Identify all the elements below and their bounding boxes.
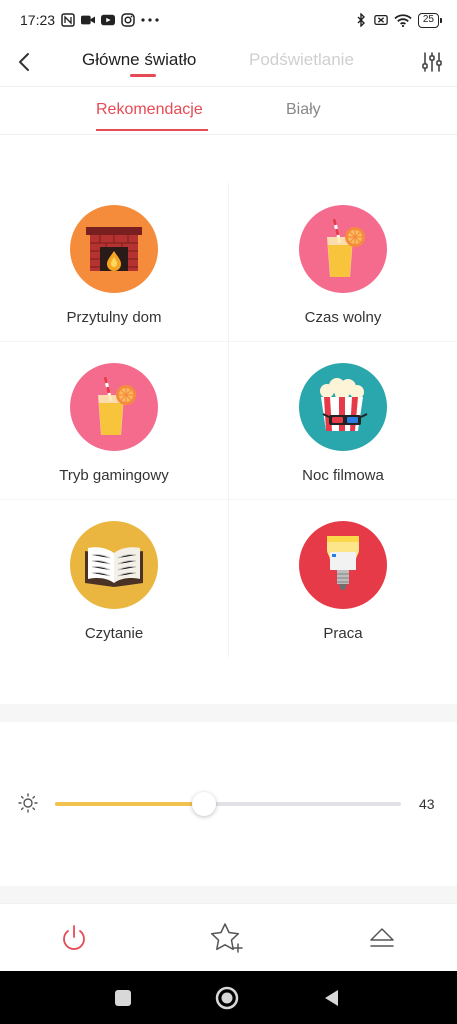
brightness-sun-icon xyxy=(18,793,38,813)
book-icon xyxy=(85,547,143,587)
star-add-icon xyxy=(210,923,243,953)
status-left: 17:23 xyxy=(20,12,159,28)
bulb-icon xyxy=(327,536,359,590)
scene-icon-circle xyxy=(70,205,158,293)
scene-gaming[interactable]: Tryb gamingowy xyxy=(0,341,228,499)
system-navigation-bar xyxy=(0,971,457,1024)
scene-label: Praca xyxy=(323,625,363,642)
scene-label: Tryb gamingowy xyxy=(59,467,169,484)
scene-grid: Przytulny dom Czas wolny Tryb gamingowy … xyxy=(0,183,457,657)
scene-icon-circle xyxy=(299,521,387,609)
scene-label: Czytanie xyxy=(84,625,144,642)
add-favorite-button[interactable] xyxy=(207,918,247,958)
juice-icon xyxy=(98,376,136,435)
brightness-value: 43 xyxy=(419,796,435,812)
scene-label: Przytulny dom xyxy=(66,309,162,326)
section-divider xyxy=(0,704,457,722)
brightness-slider[interactable] xyxy=(55,792,401,816)
scene-icon-circle xyxy=(299,205,387,293)
bluetooth-icon xyxy=(354,13,368,27)
juice-icon xyxy=(327,218,365,277)
scene-reading[interactable]: Czytanie xyxy=(0,499,228,657)
brightness-slider-thumb[interactable] xyxy=(192,792,216,816)
youtube-icon xyxy=(101,13,116,27)
brightness-panel: 43 xyxy=(0,722,457,886)
power-icon xyxy=(63,925,85,950)
scene-icon-circle xyxy=(299,363,387,451)
eject-icon xyxy=(370,928,394,947)
scene-label: Noc filmowa xyxy=(302,467,384,484)
status-right: 25 xyxy=(354,12,443,28)
sliders-icon xyxy=(422,52,442,72)
tab-backlight[interactable]: Podświetlanie xyxy=(249,50,354,70)
home-button[interactable] xyxy=(214,985,240,1011)
wifi-icon xyxy=(394,13,412,27)
more-dots-icon xyxy=(141,13,159,27)
scene-leisure[interactable]: Czas wolny xyxy=(229,183,457,341)
subtab-divider xyxy=(0,134,457,135)
sub-tabs: Rekomendacje Biały xyxy=(0,88,457,134)
scene-work[interactable]: Praca xyxy=(229,499,457,657)
status-time: 17:23 xyxy=(20,12,56,28)
brightness-slider-fill xyxy=(55,802,204,806)
tab-recommendations-indicator xyxy=(96,129,208,131)
tab-white[interactable]: Biały xyxy=(286,101,321,119)
video-call-icon xyxy=(81,13,96,27)
scene-icon-circle xyxy=(70,363,158,451)
chevron-left-icon xyxy=(19,53,29,71)
top-nav: Główne światło Podświetlanie xyxy=(0,40,457,84)
status-bar: 17:23 25 xyxy=(0,0,457,40)
eject-button[interactable] xyxy=(362,918,402,958)
recents-button[interactable] xyxy=(110,985,136,1011)
no-sim-icon xyxy=(374,13,388,27)
scene-icon-circle xyxy=(70,521,158,609)
triangle-back-icon xyxy=(325,990,338,1006)
scene-cozy-home[interactable]: Przytulny dom xyxy=(0,183,228,341)
square-icon xyxy=(115,990,131,1006)
nfc-icon xyxy=(61,13,75,27)
bottom-action-bar xyxy=(0,903,457,971)
tab-main-light[interactable]: Główne światło xyxy=(82,50,196,70)
scene-label: Czas wolny xyxy=(304,309,382,326)
battery-indicator: 25 xyxy=(417,12,443,28)
instagram-icon xyxy=(121,13,135,27)
back-nav-button[interactable] xyxy=(318,985,344,1011)
circle-icon xyxy=(215,986,239,1010)
power-button[interactable] xyxy=(54,918,94,958)
adjust-settings-button[interactable] xyxy=(420,48,444,76)
back-button[interactable] xyxy=(12,48,36,76)
tab-main-light-indicator xyxy=(130,74,156,77)
section-divider xyxy=(0,886,457,903)
popcorn-icon xyxy=(320,378,368,431)
fireplace-icon xyxy=(86,227,142,271)
tab-recommendations[interactable]: Rekomendacje xyxy=(96,101,203,119)
scene-movie-night[interactable]: Noc filmowa xyxy=(229,341,457,499)
nav-divider xyxy=(0,86,457,87)
